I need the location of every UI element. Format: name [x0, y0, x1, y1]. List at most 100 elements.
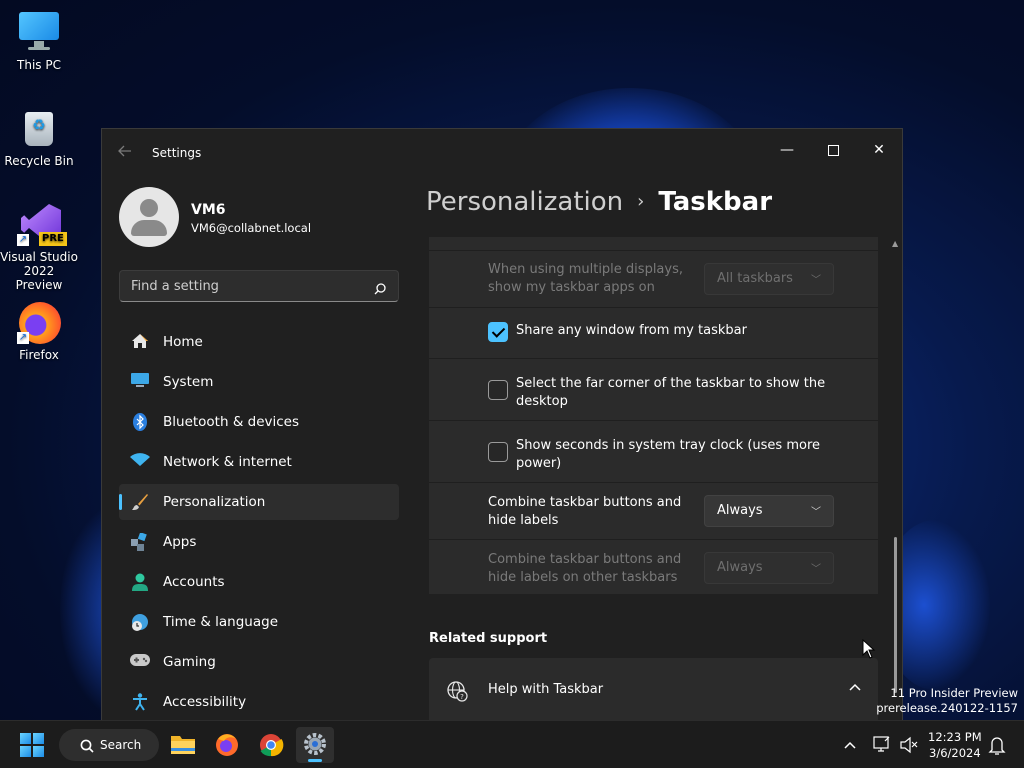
- sidebar-item-bluetooth[interactable]: Bluetooth & devices: [119, 404, 399, 440]
- notification-bell-icon[interactable]: [988, 721, 1006, 768]
- sidebar-item-personalization[interactable]: Personalization: [119, 484, 399, 520]
- desktop-icon-visual-studio[interactable]: PRE ↗ Visual Studio 2022 Preview: [0, 202, 78, 292]
- sidebar-item-label: Personalization: [163, 494, 266, 510]
- related-support-heading: Related support: [429, 631, 548, 646]
- sidebar-item-label: Home: [163, 334, 203, 350]
- setting-label: Combine taskbar buttons and: [488, 495, 682, 510]
- scrollbar-thumb[interactable]: [894, 537, 897, 693]
- dropdown-value: Always: [717, 503, 763, 518]
- taskbar-behaviors-card: When using multiple displays, show my ta…: [429, 237, 878, 594]
- person-icon: [130, 573, 150, 591]
- settings-icon[interactable]: [296, 727, 334, 763]
- desktop-icon-recycle-bin[interactable]: ♻ Recycle Bin: [0, 106, 78, 168]
- setting-row-multi-display: When using multiple displays, show my ta…: [429, 251, 878, 307]
- combine-buttons-dropdown[interactable]: Always ﹀: [704, 495, 834, 527]
- sidebar-nav: Home System Bluetooth & devices Network …: [119, 324, 399, 720]
- sidebar-item-network[interactable]: Network & internet: [119, 444, 399, 480]
- setting-label: When using multiple displays,: [488, 262, 683, 277]
- setting-row-far-corner[interactable]: Select the far corner of the taskbar to …: [429, 358, 878, 420]
- bluetooth-icon: [130, 413, 150, 431]
- setting-label: show my taskbar apps on: [488, 280, 655, 295]
- watermark-line: 11 Pro Insider Preview: [890, 686, 1018, 700]
- desktop-icon-label: Recycle Bin: [4, 154, 74, 168]
- multi-display-dropdown: All taskbars ﹀: [704, 263, 834, 295]
- sidebar-item-label: Accounts: [163, 574, 225, 590]
- sidebar-item-label: Gaming: [163, 654, 216, 670]
- setting-label: power): [516, 456, 562, 471]
- search-icon[interactable]: [374, 280, 386, 295]
- setting-label: hide labels on other taskbars: [488, 570, 678, 585]
- globe-help-icon: ?: [446, 680, 468, 702]
- sidebar-item-label: System: [163, 374, 214, 390]
- profile-name: VM6: [191, 202, 226, 218]
- far-corner-checkbox[interactable]: [488, 380, 508, 400]
- tray-overflow-chevron-icon[interactable]: [842, 721, 858, 768]
- settings-window: Settings — ✕ VM6 VM6@collabnet.local Fin…: [101, 128, 903, 720]
- setting-label: Show seconds in system tray clock (uses …: [516, 438, 821, 453]
- paintbrush-icon: [130, 493, 150, 511]
- setting-row-combine-buttons: Combine taskbar buttons and hide labels …: [429, 482, 878, 539]
- sidebar-item-label: Apps: [163, 534, 197, 550]
- sidebar-item-label: Accessibility: [163, 694, 247, 710]
- home-icon: [130, 333, 150, 351]
- svg-text:?: ?: [460, 693, 464, 701]
- sidebar-item-label: Time & language: [163, 614, 279, 630]
- file-explorer-icon[interactable]: [164, 727, 202, 763]
- dropdown-value: All taskbars: [717, 271, 793, 286]
- sidebar-item-system[interactable]: System: [119, 364, 399, 400]
- sidebar-item-time-language[interactable]: Time & language: [119, 604, 399, 640]
- chrome-icon[interactable]: [252, 727, 290, 763]
- list-item: [429, 237, 878, 251]
- search-input[interactable]: Find a setting: [119, 270, 399, 302]
- breadcrumb-parent[interactable]: Personalization: [426, 187, 623, 217]
- combine-other-dropdown: Always ﹀: [704, 552, 834, 584]
- network-icon[interactable]: [872, 721, 892, 768]
- breadcrumb: Personalization › Taskbar: [426, 187, 772, 217]
- sidebar-item-home[interactable]: Home: [119, 324, 399, 360]
- sidebar-item-apps[interactable]: Apps: [119, 524, 399, 560]
- sidebar-item-accessibility[interactable]: Accessibility: [119, 684, 399, 720]
- globe-clock-icon: [130, 613, 150, 631]
- desktop-icon-label: 2022 Preview: [15, 264, 63, 292]
- chevron-down-icon: ﹀: [811, 275, 821, 286]
- clock-time: 12:23 PM: [928, 730, 982, 744]
- taskbar-search-button[interactable]: Search: [59, 729, 159, 761]
- scrollbar[interactable]: ▲: [890, 237, 900, 713]
- sidebar-item-accounts[interactable]: Accounts: [119, 564, 399, 600]
- desktop-icon-this-pc[interactable]: This PC: [0, 10, 78, 72]
- system-display-icon: [130, 373, 150, 391]
- back-arrow-icon[interactable]: [118, 143, 136, 161]
- close-button[interactable]: ✕: [856, 135, 902, 165]
- breadcrumb-separator: ›: [637, 191, 645, 212]
- title-bar[interactable]: Settings — ✕: [102, 129, 902, 177]
- avatar: [119, 187, 179, 247]
- search-placeholder: Find a setting: [131, 279, 219, 294]
- setting-label: desktop: [516, 394, 568, 409]
- search-icon: [80, 738, 94, 753]
- setting-row-combine-other: Combine taskbar buttons and hide labels …: [429, 539, 878, 596]
- sidebar-item-gaming[interactable]: Gaming: [119, 644, 399, 680]
- scroll-up-arrow-icon[interactable]: ▲: [892, 239, 898, 248]
- maximize-button[interactable]: [810, 135, 856, 165]
- setting-row-share-window[interactable]: Share any window from my taskbar: [429, 307, 878, 358]
- share-window-checkbox[interactable]: [488, 322, 508, 342]
- desktop-icon-firefox[interactable]: ↗ Firefox: [0, 300, 78, 362]
- desktop-icon-label: This PC: [17, 58, 61, 72]
- show-seconds-checkbox[interactable]: [488, 442, 508, 462]
- sidebar-item-label: Network & internet: [163, 454, 292, 470]
- firefox-icon: ↗: [17, 300, 61, 344]
- taskbar-clock[interactable]: 12:23 PM 3/6/2024: [928, 729, 982, 761]
- accessibility-icon: [130, 693, 150, 711]
- wifi-icon: [130, 453, 150, 471]
- minimize-button[interactable]: —: [764, 135, 810, 165]
- volume-muted-icon[interactable]: [898, 721, 920, 768]
- taskbar: Search 12:23 PM 3/6/2024: [0, 720, 1024, 768]
- windows-start-icon[interactable]: [20, 733, 44, 757]
- chevron-up-icon[interactable]: [849, 681, 861, 694]
- os-build-watermark: 11 Pro Insider Preview prerelease.240122…: [876, 686, 1018, 716]
- window-title: Settings: [152, 146, 202, 160]
- visual-studio-icon: PRE ↗: [17, 202, 67, 246]
- help-with-taskbar[interactable]: ? Help with Taskbar: [429, 658, 878, 720]
- firefox-icon[interactable]: [208, 727, 246, 763]
- setting-row-show-seconds[interactable]: Show seconds in system tray clock (uses …: [429, 420, 878, 482]
